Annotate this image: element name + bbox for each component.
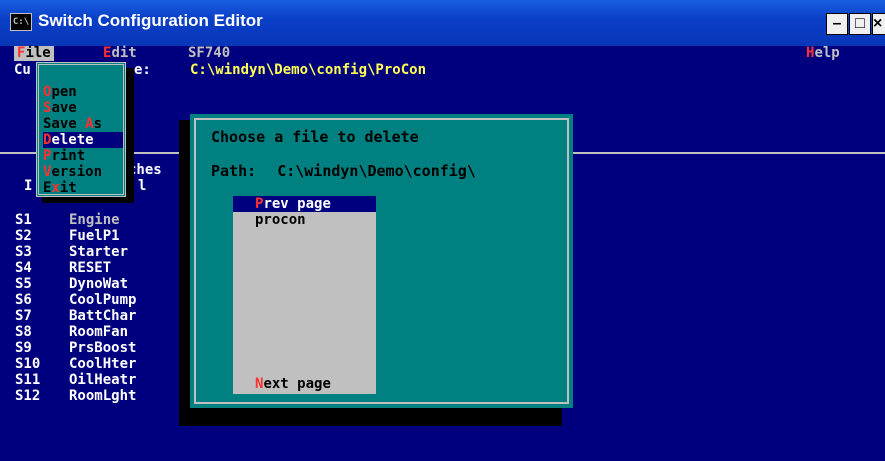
title-bar[interactable]: C:\ Switch Configuration Editor – □ × bbox=[0, 0, 885, 46]
menu-help[interactable]: Help bbox=[806, 46, 840, 61]
switch-name: RoomLght bbox=[69, 388, 137, 404]
switch-id: S11 bbox=[15, 372, 41, 388]
menu-item-print[interactable]: Print bbox=[43, 148, 123, 164]
menu-item-print-label: rint bbox=[51, 148, 86, 164]
switch-name: DynoWat bbox=[69, 276, 129, 292]
switch-name: Engine bbox=[69, 212, 120, 228]
dialog-path: Path: C:\windyn\Demo\config\ bbox=[211, 162, 476, 180]
file-menu-dropdown: Open Save Save As Delete Print Version E… bbox=[36, 62, 126, 197]
label-column-fragment: l bbox=[138, 178, 147, 194]
switch-row[interactable]: S9 PrsBoost bbox=[15, 340, 136, 356]
window-title: Switch Configuration Editor bbox=[38, 11, 263, 30]
switch-row[interactable]: S3 Starter bbox=[15, 244, 128, 260]
switch-name: CoolHter bbox=[69, 356, 137, 372]
switch-row[interactable]: S6 CoolPump bbox=[15, 292, 136, 308]
delete-file-dialog: Choose a file to delete Path: C:\windyn\… bbox=[190, 114, 573, 408]
current-file-path: C:\windyn\Demo\config\ProCon bbox=[190, 62, 427, 78]
current-file-label-right: e: bbox=[134, 62, 151, 78]
minimize-button[interactable]: – bbox=[826, 13, 848, 35]
switch-name: Starter bbox=[69, 244, 129, 260]
prev-page-item[interactable]: Prev page bbox=[233, 196, 376, 212]
id-column-fragment: I bbox=[24, 178, 33, 194]
switch-row[interactable]: S5 DynoWat bbox=[15, 276, 128, 292]
menu-item-save-as-label: Save bbox=[43, 116, 86, 132]
switch-row[interactable]: S8 RoomFan bbox=[15, 324, 128, 340]
close-button[interactable]: × bbox=[872, 13, 885, 35]
dialog-path-label: Path: bbox=[211, 162, 257, 180]
next-page-item[interactable]: Next page bbox=[233, 376, 376, 392]
file-item-procon[interactable]: procon bbox=[233, 212, 376, 228]
switch-id: S8 bbox=[15, 324, 32, 340]
switch-id: S5 bbox=[15, 276, 32, 292]
switch-name: RoomFan bbox=[69, 324, 129, 340]
switch-id: S7 bbox=[15, 308, 32, 324]
switch-id: S2 bbox=[15, 228, 32, 244]
switch-id: S10 bbox=[15, 356, 41, 372]
switch-row[interactable]: S2 FuelP1 bbox=[15, 228, 120, 244]
switch-name: OilHeatr bbox=[69, 372, 137, 388]
switch-row[interactable]: S1 Engine bbox=[15, 212, 120, 228]
console-app-icon[interactable]: C:\ bbox=[10, 13, 32, 31]
switch-id: S3 bbox=[15, 244, 32, 260]
switch-name: FuelP1 bbox=[69, 228, 120, 244]
maximize-button[interactable]: □ bbox=[849, 13, 871, 35]
dialog-path-value: C:\windyn\Demo\config\ bbox=[277, 162, 476, 180]
menu-item-version-label: ersion bbox=[51, 164, 103, 180]
menu-shadow-bottom bbox=[42, 197, 134, 203]
switch-id: S6 bbox=[15, 292, 32, 308]
switch-name: BattChar bbox=[69, 308, 137, 324]
menu-edit[interactable]: Edit bbox=[103, 46, 137, 61]
switch-row[interactable]: S4 RESET bbox=[15, 260, 111, 276]
menu-item-version[interactable]: Version bbox=[43, 164, 123, 180]
menu-item-save[interactable]: Save bbox=[43, 100, 123, 116]
menu-item-exit-label: it bbox=[59, 180, 77, 196]
switch-name: RESET bbox=[69, 260, 112, 276]
switch-row[interactable]: S10 CoolHter bbox=[15, 356, 136, 372]
switch-id: S12 bbox=[15, 388, 41, 404]
switch-id: S4 bbox=[15, 260, 32, 276]
menu-item-delete-label: elete bbox=[51, 132, 94, 148]
file-listbox[interactable]: Prev page procon Next page bbox=[233, 196, 376, 394]
current-file-label-left: Cu bbox=[14, 62, 31, 78]
switch-name: CoolPump bbox=[69, 292, 137, 308]
switch-row[interactable]: S12 RoomLght bbox=[15, 388, 136, 404]
menu-item-open-label: pen bbox=[51, 84, 77, 100]
menu-item-delete[interactable]: Delete bbox=[43, 132, 123, 148]
console-area: File Edit SF740 Help Cu e: C:\windyn\Dem… bbox=[0, 46, 885, 461]
switch-name: PrsBoost bbox=[69, 340, 137, 356]
switch-id: S9 bbox=[15, 340, 32, 356]
menu-bar: File Edit SF740 Help bbox=[0, 46, 885, 61]
dialog-shadow-bottom bbox=[179, 408, 562, 426]
menu-item-save-as[interactable]: Save As bbox=[43, 116, 123, 132]
model-label: SF740 bbox=[188, 45, 231, 61]
dialog-heading: Choose a file to delete bbox=[211, 128, 419, 146]
switch-id: S1 bbox=[15, 212, 32, 228]
switch-row[interactable]: S11 OilHeatr bbox=[15, 372, 136, 388]
menu-shadow bbox=[126, 68, 134, 202]
menu-item-exit[interactable]: Exit bbox=[43, 180, 123, 196]
menu-item-open[interactable]: Open bbox=[43, 84, 123, 100]
menu-item-save-label: ave bbox=[51, 100, 77, 116]
switch-row[interactable]: S7 BattChar bbox=[15, 308, 136, 324]
menu-file[interactable]: File bbox=[14, 46, 54, 61]
